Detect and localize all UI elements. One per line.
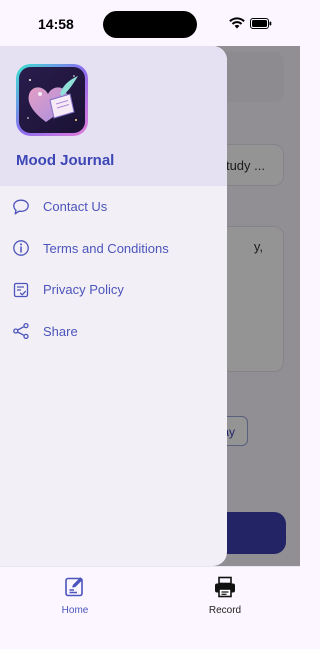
drawer-header: Mood Journal [0, 46, 227, 186]
app-logo [16, 64, 88, 136]
tab-home-label: Home [61, 605, 89, 616]
tab-home[interactable]: Home [35, 575, 115, 625]
menu-item-label: Privacy Policy [43, 282, 124, 298]
bottom-tab-bar: Home Record [0, 566, 300, 649]
chat-bubble-icon [12, 198, 30, 216]
tab-record[interactable]: Record [185, 575, 265, 625]
dynamic-island [103, 11, 197, 38]
printer-icon [213, 575, 237, 599]
status-time: 14:58 [38, 16, 74, 32]
menu-item-label: Terms and Conditions [43, 240, 169, 256]
tab-record-label: Record [208, 605, 242, 616]
menu-item-privacy-policy[interactable]: Privacy Policy [0, 269, 227, 311]
status-bar: 14:58 [0, 0, 300, 46]
battery-icon [250, 17, 272, 29]
menu-item-label: Contact Us [43, 199, 108, 215]
menu-item-contact-us[interactable]: Contact Us [0, 186, 227, 228]
drawer-menu: Contact Us Terms and Conditions Privacy … [0, 186, 227, 352]
info-icon [12, 239, 30, 257]
navigation-drawer: Mood Journal Contact Us Terms and Condit… [0, 46, 227, 566]
wifi-icon [229, 17, 245, 29]
share-icon [12, 322, 30, 340]
menu-item-terms[interactable]: Terms and Conditions [0, 228, 227, 270]
app-name: Mood Journal [16, 152, 115, 169]
menu-item-share[interactable]: Share [0, 311, 227, 353]
policy-document-icon [12, 281, 30, 299]
status-icons [229, 17, 272, 29]
menu-item-label: Share [43, 323, 78, 339]
journal-edit-icon [63, 575, 87, 599]
